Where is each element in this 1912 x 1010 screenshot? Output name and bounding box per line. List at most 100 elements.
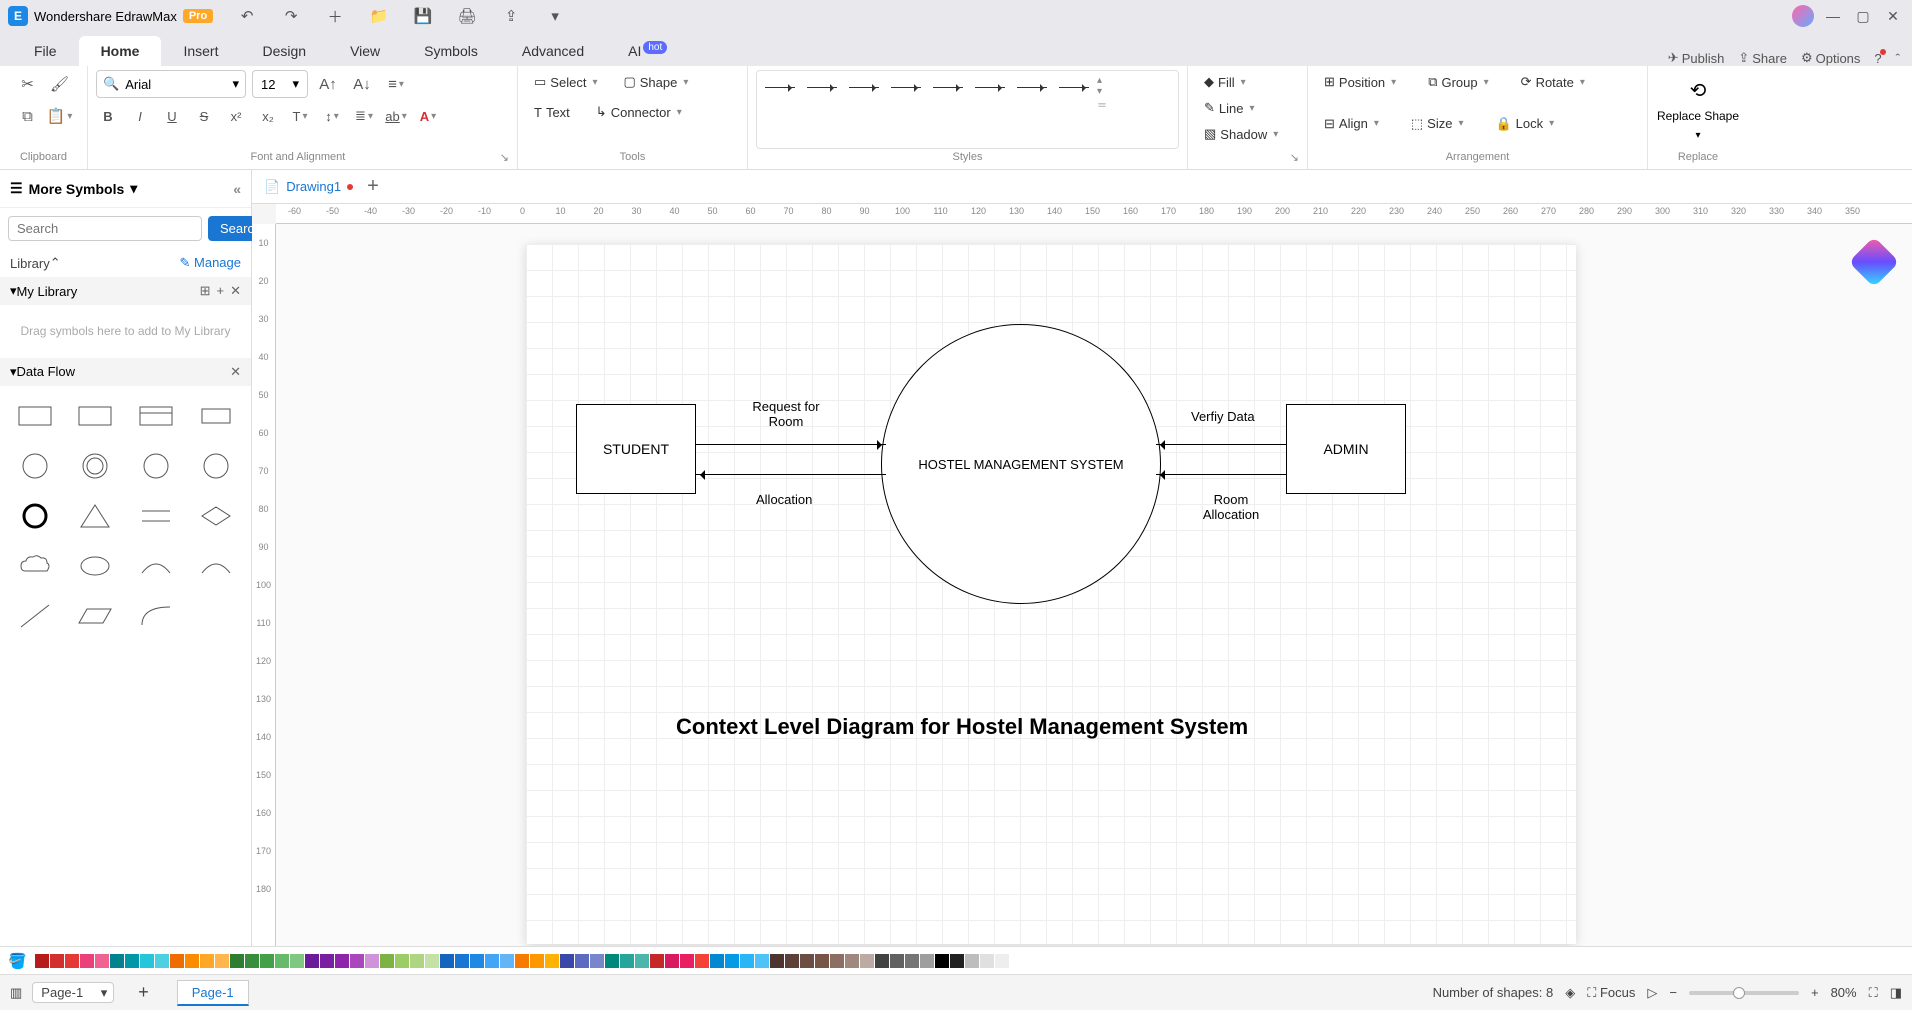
shape-triangle[interactable] [70, 496, 120, 536]
rotate-button[interactable]: ⟳ Rotate [1513, 70, 1593, 94]
manage-link[interactable]: ✎ Manage [180, 255, 242, 271]
align-icon[interactable]: ≡ [382, 70, 410, 98]
tab-design[interactable]: Design [240, 36, 328, 66]
color-swatch[interactable] [575, 954, 589, 968]
more-symbols-label[interactable]: More Symbols [29, 181, 125, 197]
color-swatch[interactable] [365, 954, 379, 968]
paste-icon[interactable]: 📋 [46, 102, 74, 130]
color-swatch[interactable] [590, 954, 604, 968]
label-verify[interactable]: Verfiy Data [1191, 409, 1255, 424]
share-button[interactable]: ⇪ Share [1738, 50, 1787, 66]
color-swatch[interactable] [140, 954, 154, 968]
tab-view[interactable]: View [328, 36, 402, 66]
color-swatch[interactable] [710, 954, 724, 968]
superscript-icon[interactable]: x² [224, 104, 248, 128]
shape-circle-2[interactable] [131, 446, 181, 486]
page[interactable]: STUDENT HOSTEL MANAGEMENT SYSTEM ADMIN R… [526, 244, 1576, 944]
qat-more-icon[interactable]: ▾ [541, 2, 569, 30]
new-tab-icon[interactable]: + [367, 175, 379, 198]
color-swatch[interactable] [470, 954, 484, 968]
arrow-allocation[interactable] [696, 474, 886, 475]
subscript-icon[interactable]: x₂ [256, 104, 280, 128]
color-swatch[interactable] [770, 954, 784, 968]
color-swatch[interactable] [50, 954, 64, 968]
zoom-out-icon[interactable]: − [1669, 985, 1677, 1000]
zoom-in-icon[interactable]: + [1811, 985, 1819, 1000]
tab-ai[interactable]: AIhot [606, 36, 687, 66]
color-swatch[interactable] [350, 954, 364, 968]
label-request[interactable]: Request for Room [736, 399, 836, 429]
decrease-font-icon[interactable]: A↓ [348, 70, 376, 98]
color-swatch[interactable] [500, 954, 514, 968]
font-family-select[interactable]: 🔍 Arial▾ [96, 70, 246, 98]
color-swatch[interactable] [425, 954, 439, 968]
export-icon[interactable]: ⇪ [497, 2, 525, 30]
color-swatch[interactable] [185, 954, 199, 968]
help-icon[interactable]: ? [1874, 51, 1881, 66]
fill-bucket-icon[interactable]: 🪣 [8, 952, 27, 970]
color-swatch[interactable] [170, 954, 184, 968]
color-swatch[interactable] [395, 954, 409, 968]
cut-icon[interactable]: ✂ [14, 70, 42, 98]
lib-close-icon[interactable]: ✕ [230, 283, 241, 299]
color-swatch[interactable] [605, 954, 619, 968]
color-swatch[interactable] [410, 954, 424, 968]
arrow-style-1[interactable] [761, 75, 799, 99]
increase-font-icon[interactable]: A↑ [314, 70, 342, 98]
tab-home[interactable]: Home [79, 36, 162, 66]
focus-button[interactable]: ⛶ Focus [1587, 985, 1635, 1001]
color-swatch[interactable] [65, 954, 79, 968]
shape-rect-header[interactable] [131, 396, 181, 436]
fill-button[interactable]: ◆ Fill [1196, 70, 1254, 94]
admin-entity[interactable]: ADMIN [1286, 404, 1406, 494]
color-swatch[interactable] [875, 954, 889, 968]
shape-ellipse[interactable] [70, 546, 120, 586]
italic-icon[interactable]: I [128, 104, 152, 128]
color-swatch[interactable] [725, 954, 739, 968]
group-button[interactable]: ⧉ Group [1420, 70, 1496, 94]
color-swatch[interactable] [455, 954, 469, 968]
line-button[interactable]: ✎ Line [1196, 96, 1263, 120]
copy-icon[interactable]: ⧉ [14, 102, 42, 130]
color-swatch[interactable] [920, 954, 934, 968]
styles-more-icon[interactable]: ＝ [1097, 97, 1107, 112]
shape-circle-1[interactable] [10, 446, 60, 486]
color-swatch[interactable] [665, 954, 679, 968]
color-swatch[interactable] [950, 954, 964, 968]
color-swatch[interactable] [230, 954, 244, 968]
tab-advanced[interactable]: Advanced [500, 36, 606, 66]
shape-circle-bold[interactable] [10, 496, 60, 536]
shadow-button[interactable]: ▧ Shadow [1196, 122, 1286, 146]
styles-up-icon[interactable]: ▴ [1097, 75, 1107, 86]
color-swatch[interactable] [305, 954, 319, 968]
minimize-icon[interactable]: — [1822, 8, 1844, 24]
shape-arc-1[interactable] [131, 546, 181, 586]
color-swatch[interactable] [860, 954, 874, 968]
replace-shape-caret[interactable]: ▾ [1695, 130, 1700, 141]
styles-dialog-icon[interactable]: ↘ [1290, 152, 1299, 164]
collapse-ribbon-icon[interactable]: ˆ [1896, 51, 1900, 66]
text-tool[interactable]: T Text [526, 100, 578, 124]
page-view-icon[interactable]: ▥ [10, 985, 22, 1001]
color-swatch[interactable] [260, 954, 274, 968]
shape-lines[interactable] [131, 496, 181, 536]
arrow-style-6[interactable] [971, 75, 1009, 99]
color-swatch[interactable] [695, 954, 709, 968]
arrow-style-3[interactable] [845, 75, 883, 99]
new-icon[interactable]: ＋ [321, 2, 349, 30]
redo-icon[interactable]: ↷ [277, 2, 305, 30]
color-swatch[interactable] [890, 954, 904, 968]
select-tool[interactable]: ▭ Select [526, 70, 605, 94]
color-swatch[interactable] [275, 954, 289, 968]
color-swatch[interactable] [155, 954, 169, 968]
zoom-slider[interactable] [1689, 991, 1799, 995]
undo-icon[interactable]: ↶ [233, 2, 261, 30]
color-swatch[interactable] [560, 954, 574, 968]
shape-tool[interactable]: ▢ Shape [615, 70, 696, 94]
color-swatch[interactable] [95, 954, 109, 968]
arrow-style-5[interactable] [929, 75, 967, 99]
color-swatch[interactable] [1010, 954, 1024, 968]
layers-icon[interactable]: ◈ [1565, 985, 1575, 1001]
color-swatch[interactable] [650, 954, 664, 968]
shape-curve[interactable] [131, 596, 181, 636]
